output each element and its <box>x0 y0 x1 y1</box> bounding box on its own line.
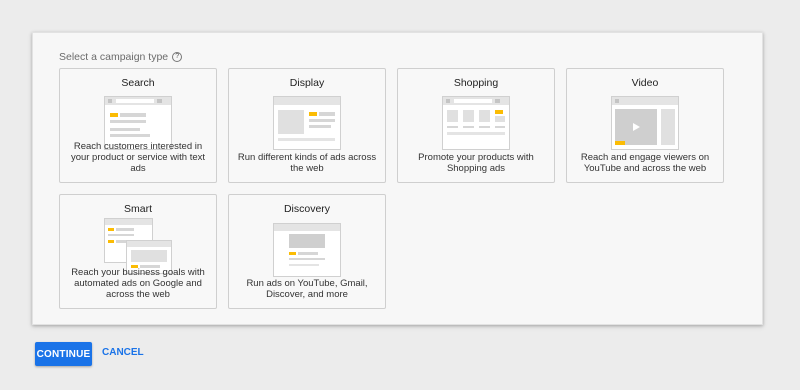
discovery-illustration-icon <box>273 223 341 277</box>
campaign-type-panel: Select a campaign type ? Search Reach cu… <box>32 32 763 325</box>
shopping-illustration-icon <box>442 96 510 150</box>
campaign-card-search[interactable]: Search Reach customers interested in you… <box>59 68 217 183</box>
video-illustration-icon <box>611 96 679 150</box>
card-title: Shopping <box>453 77 499 89</box>
card-title: Smart <box>123 203 152 215</box>
card-description: Reach customers interested in your produ… <box>70 141 206 174</box>
campaign-type-prompt: Select a campaign type ? <box>59 51 183 63</box>
display-illustration-icon <box>273 96 341 150</box>
card-description: Promote your products with Shopping ads <box>418 152 534 174</box>
campaign-card-smart[interactable]: Smart Reach your business goals with aut… <box>59 194 217 309</box>
campaign-card-video[interactable]: Video Reach and engage viewers on YouTub… <box>566 68 724 183</box>
campaign-card-display[interactable]: Display Run different kinds of ads acros… <box>228 68 386 183</box>
campaign-card-discovery[interactable]: Discovery Run ads on YouTube, Gmail, Dis… <box>228 194 386 309</box>
cancel-button[interactable]: CANCEL <box>102 347 144 358</box>
campaign-card-shopping[interactable]: Shopping Promote your products with Shop… <box>397 68 555 183</box>
card-description: Reach your business goals with automated… <box>71 267 205 300</box>
card-title: Display <box>289 77 325 89</box>
campaign-type-prompt-label: Select a campaign type <box>59 51 169 63</box>
card-description: Run different kinds of ads across the we… <box>237 152 377 174</box>
card-description: Reach and engage viewers on YouTube and … <box>580 152 710 174</box>
card-title: Search <box>121 77 155 89</box>
card-description: Run ads on YouTube, Gmail, Discover, and… <box>246 278 368 300</box>
card-title: Video <box>631 77 659 89</box>
help-circle-icon[interactable]: ? <box>172 52 183 62</box>
continue-button[interactable]: CONTINUE <box>35 342 92 366</box>
smart-illustration-icon <box>104 218 172 274</box>
card-title: Discovery <box>283 203 331 215</box>
